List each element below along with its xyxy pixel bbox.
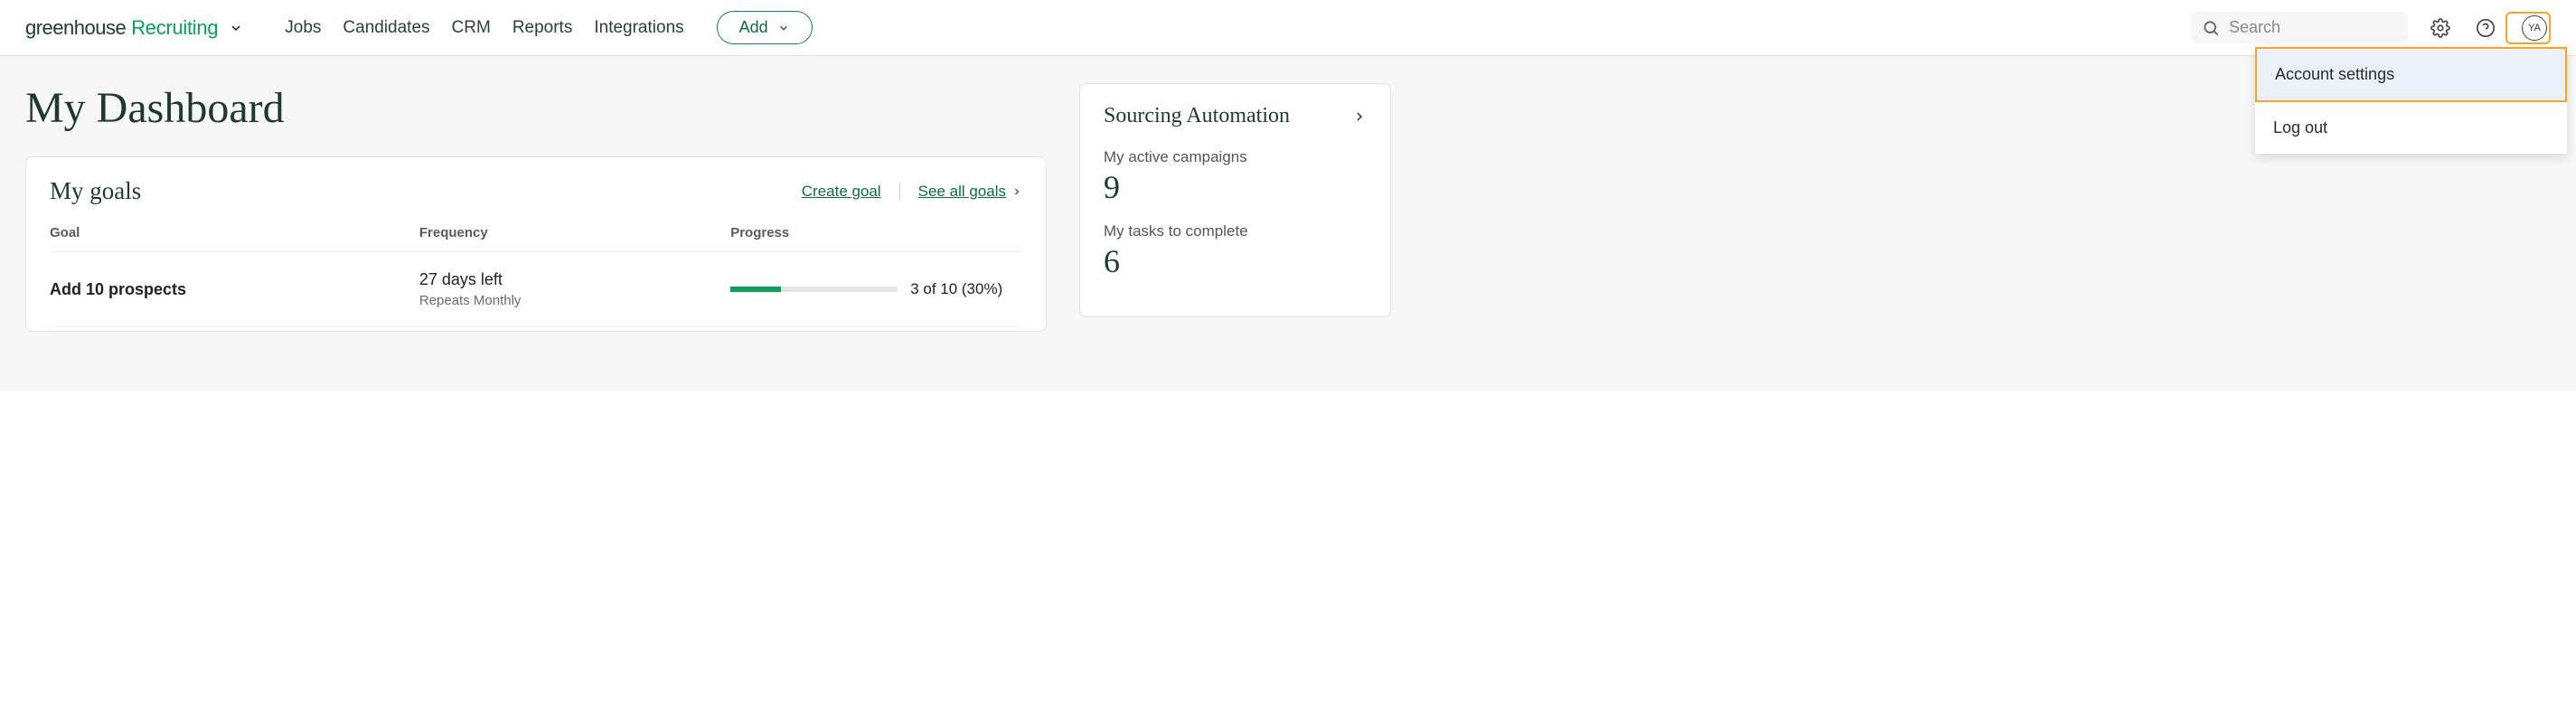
nav-integrations[interactable]: Integrations	[594, 18, 683, 38]
nav-links: Jobs Candidates CRM Reports Integrations	[285, 18, 683, 38]
see-all-goals-label: See all goals	[918, 183, 1006, 201]
add-button[interactable]: Add	[717, 11, 813, 44]
col-progress: Progress	[730, 225, 1022, 240]
frequency-main: 27 days left	[419, 270, 730, 289]
stat-value: 9	[1104, 168, 1367, 206]
add-button-label: Add	[739, 18, 768, 37]
sourcing-card-header[interactable]: Sourcing Automation	[1104, 104, 1367, 128]
avatar-highlight: YA	[2505, 12, 2551, 44]
stat-block: My tasks to complete 6	[1104, 222, 1367, 280]
progress-fill	[730, 287, 781, 292]
see-all-goals-link[interactable]: See all goals	[918, 183, 1022, 201]
search-box[interactable]	[2191, 12, 2408, 43]
chevron-down-icon[interactable]	[229, 21, 243, 35]
nav-reports[interactable]: Reports	[512, 18, 573, 38]
chevron-right-icon	[1011, 186, 1022, 197]
frequency-sub: Repeats Monthly	[419, 293, 730, 308]
sourcing-card-title: Sourcing Automation	[1104, 104, 1290, 128]
logo[interactable]: greenhouse Recruiting	[25, 16, 243, 40]
goals-card-header: My goals Create goal See all goals	[50, 177, 1022, 205]
logo-text-recruiting: Recruiting	[131, 16, 218, 40]
menu-account-settings[interactable]: Account settings	[2255, 47, 2567, 102]
help-icon[interactable]	[2473, 15, 2498, 41]
stat-value: 6	[1104, 242, 1367, 280]
goals-table-head: Goal Frequency Progress	[50, 225, 1022, 252]
goals-card-title: My goals	[50, 177, 802, 205]
goal-frequency: 27 days left Repeats Monthly	[419, 270, 730, 308]
side-column: Sourcing Automation My active campaigns …	[1079, 83, 1391, 317]
goal-name: Add 10 prospects	[50, 280, 419, 299]
nav-jobs[interactable]: Jobs	[285, 18, 321, 38]
col-goal: Goal	[50, 225, 419, 240]
chevron-right-icon	[1352, 109, 1367, 124]
col-frequency: Frequency	[419, 225, 730, 240]
divider	[899, 183, 900, 201]
chevron-down-icon	[777, 22, 790, 34]
goals-card-actions: Create goal See all goals	[802, 183, 1022, 201]
page-title: My Dashboard	[25, 83, 1047, 133]
user-menu-dropdown: Account settings Log out	[2255, 47, 2567, 154]
create-goal-link[interactable]: Create goal	[802, 183, 881, 201]
search-icon	[2202, 19, 2220, 37]
page-body: My Dashboard My goals Create goal See al…	[0, 56, 2576, 391]
search-input[interactable]	[2229, 18, 2397, 37]
sourcing-automation-card: Sourcing Automation My active campaigns …	[1079, 83, 1391, 317]
avatar[interactable]: YA	[2522, 15, 2547, 41]
nav-crm[interactable]: CRM	[452, 18, 491, 38]
stat-label: My active campaigns	[1104, 148, 1367, 166]
goal-progress: 3 of 10 (30%)	[730, 280, 1022, 298]
stat-block: My active campaigns 9	[1104, 148, 1367, 206]
stat-label: My tasks to complete	[1104, 222, 1367, 240]
logo-text-greenhouse: greenhouse	[25, 16, 126, 40]
progress-text: 3 of 10 (30%)	[910, 280, 1002, 298]
progress-bar	[730, 287, 898, 292]
top-nav: greenhouse Recruiting Jobs Candidates CR…	[0, 0, 2576, 56]
table-row: Add 10 prospects 27 days left Repeats Mo…	[50, 252, 1022, 327]
gear-icon[interactable]	[2428, 15, 2453, 41]
goals-table: Goal Frequency Progress Add 10 prospects…	[50, 225, 1022, 327]
nav-candidates[interactable]: Candidates	[343, 18, 429, 38]
goals-card: My goals Create goal See all goals Goal …	[25, 156, 1047, 332]
menu-log-out[interactable]: Log out	[2255, 102, 2567, 154]
main-column: My Dashboard My goals Create goal See al…	[25, 83, 1047, 332]
